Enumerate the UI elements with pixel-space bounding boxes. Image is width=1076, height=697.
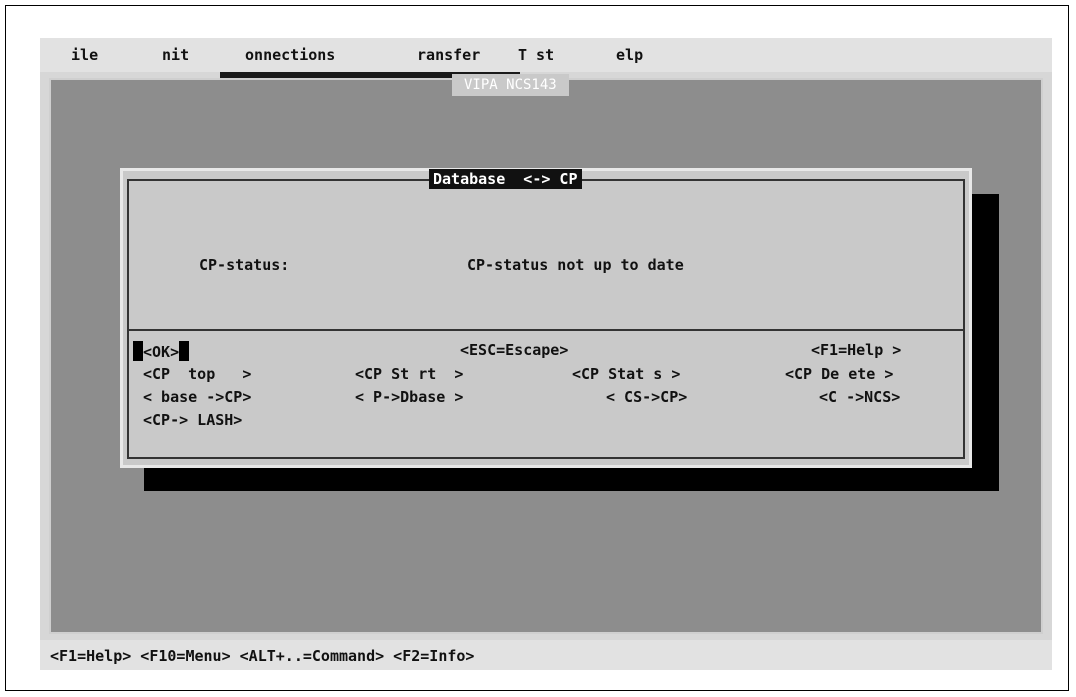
selection-cursor-right (179, 341, 190, 361)
ok-button[interactable]: <OK> (133, 341, 190, 361)
dbase-to-cp-button[interactable]: < base ->CP> (143, 388, 251, 406)
menu-file[interactable]: ile (62, 46, 98, 64)
status-bar: <F1=Help> <F10=Menu> <ALT+..=Command> <F… (40, 640, 1052, 670)
cp-start-button[interactable]: <CP St rt > (355, 365, 463, 383)
dialog-border: Database <-> CP CP-status: CP-status not… (127, 169, 965, 459)
menu-test[interactable]: T st (518, 46, 554, 64)
menu-help[interactable]: elp (607, 46, 643, 64)
app-title: VIPA NCS143 (452, 74, 569, 96)
dialog-divider (129, 329, 963, 331)
cp-delete-button[interactable]: <CP De ete > (785, 365, 893, 383)
cp-to-flash-button[interactable]: <CP-> LASH> (143, 411, 242, 429)
status-value: CP-status not up to date (467, 256, 684, 274)
ok-button-label: <OK> (143, 343, 180, 361)
menu-connections[interactable]: onnections (236, 46, 335, 64)
status-label: CP-status: (199, 256, 290, 274)
escape-button[interactable]: <ESC=Escape> (460, 341, 568, 359)
menu-init[interactable]: nit (153, 46, 189, 64)
cp-to-ncs-button[interactable]: <C ->NCS> (819, 388, 900, 406)
menu-transfer[interactable]: ransfer (408, 46, 480, 64)
database-cp-dialog: Database <-> CP CP-status: CP-status not… (120, 168, 972, 468)
cp-stop-button[interactable]: <CP top > (143, 365, 251, 383)
cp-to-dbase-button[interactable]: < P->Dbase > (355, 388, 463, 406)
status-bar-text: <F1=Help> <F10=Menu> <ALT+..=Command> <F… (50, 647, 475, 665)
help-button[interactable]: <F1=Help > (811, 341, 901, 359)
cp-status-button[interactable]: <CP Stat s > (572, 365, 680, 383)
terminal-screen: ile nit onnections ransfer T st elp VIPA… (40, 38, 1052, 670)
selection-cursor-left (133, 341, 143, 361)
ncs-to-cp-button[interactable]: < CS->CP> (606, 388, 687, 406)
dialog-title: Database <-> CP (429, 169, 582, 189)
menu-bar: ile nit onnections ransfer T st elp (40, 38, 1052, 72)
